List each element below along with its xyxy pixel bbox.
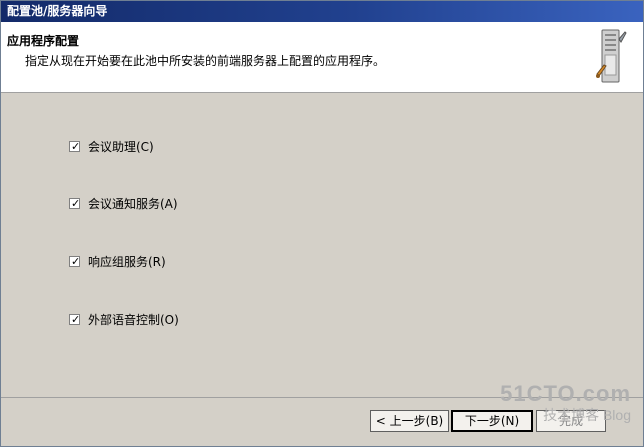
checkbox-conference-assistant[interactable] bbox=[69, 140, 80, 153]
back-button[interactable]: < 上一步(B) bbox=[370, 410, 449, 432]
header-description: 指定从现在开始要在此池中所安装的前端服务器上配置的应用程序。 bbox=[25, 54, 386, 68]
checkbox-label-conference-notification: 会议通知服务(A) bbox=[88, 197, 178, 211]
checkbox-row-external-voice-control[interactable]: 外部语音控制(O) bbox=[69, 311, 179, 328]
site-watermark: 51CTO.com 技术博客 Blog bbox=[500, 381, 631, 425]
checkbox-row-conference-notification[interactable]: 会议通知服务(A) bbox=[69, 195, 178, 212]
checkbox-conference-notification[interactable] bbox=[69, 197, 80, 210]
checkbox-row-response-group[interactable]: 响应组服务(R) bbox=[69, 253, 166, 270]
server-icon bbox=[596, 29, 627, 83]
header-title: 应用程序配置 bbox=[7, 34, 80, 48]
watermark-main: 51CTO.com bbox=[500, 381, 631, 406]
checkbox-response-group[interactable] bbox=[69, 255, 80, 268]
checkbox-label-response-group: 响应组服务(R) bbox=[88, 255, 166, 269]
checkbox-row-conference-assistant[interactable]: 会议助理(C) bbox=[69, 138, 154, 155]
wizard-content: 会议助理(C) 会议通知服务(A) 响应组服务(R) 外部语音控制(O) bbox=[1, 93, 643, 401]
wizard-header: 应用程序配置 指定从现在开始要在此池中所安装的前端服务器上配置的应用程序。 bbox=[1, 22, 643, 93]
checkbox-label-conference-assistant: 会议助理(C) bbox=[88, 140, 154, 154]
watermark-blog-text: Blog bbox=[602, 407, 631, 423]
checkbox-external-voice-control[interactable] bbox=[69, 313, 80, 326]
watermark-sub: 技术博客 Blog bbox=[500, 405, 631, 425]
checkbox-label-external-voice-control: 外部语音控制(O) bbox=[88, 313, 179, 327]
wizard-window: 配置池/服务器向导 应用程序配置 指定从现在开始要在此池中所安装的前端服务器上配… bbox=[0, 0, 644, 447]
watermark-sub-text: 技术博客 bbox=[543, 407, 600, 423]
window-titlebar: 配置池/服务器向导 bbox=[1, 1, 643, 22]
